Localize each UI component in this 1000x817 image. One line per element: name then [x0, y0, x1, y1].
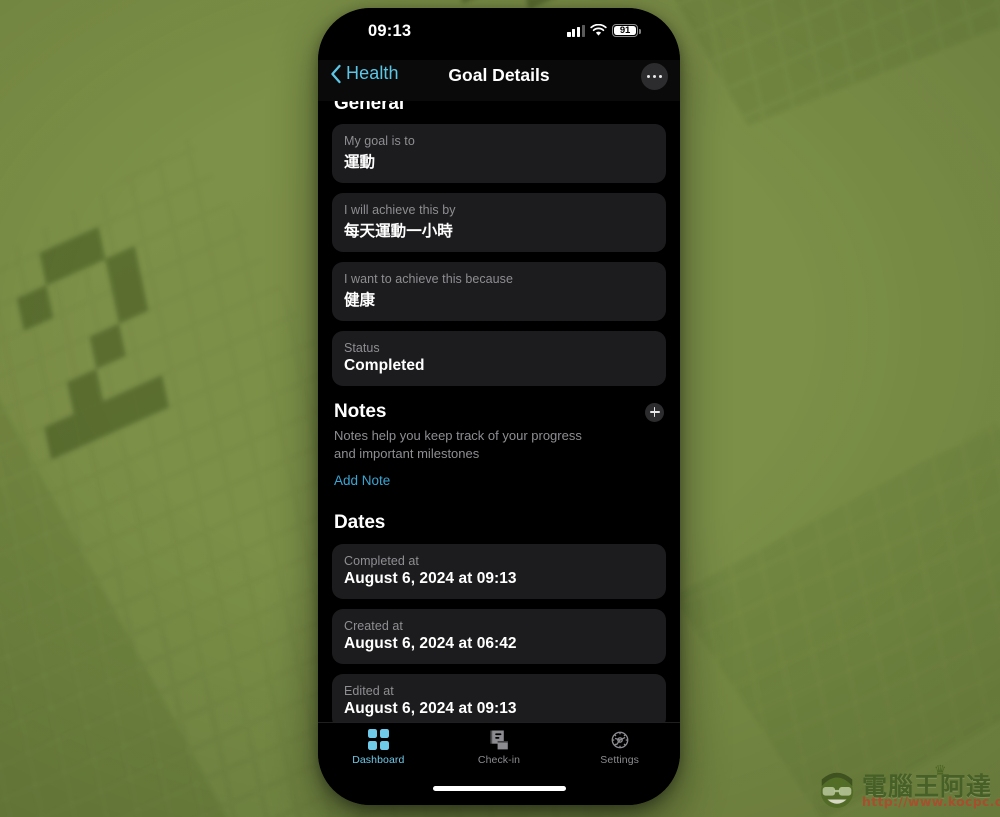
scroll-content[interactable]: General My goal is to 運動 I will achieve …	[318, 101, 680, 722]
site-watermark: ♛ 電腦王阿達 http://www.kocpc.com.tw	[814, 762, 1000, 811]
home-indicator-zone	[318, 778, 680, 805]
tab-label: Settings	[600, 754, 640, 766]
back-button[interactable]: Health	[330, 63, 399, 84]
phone-screen: 09:13 91 Health Goal Details General My …	[318, 8, 680, 805]
ellipsis-icon[interactable]	[641, 63, 668, 90]
mascot-face-icon	[820, 772, 854, 809]
date-label: Created at	[344, 618, 403, 633]
field-value: 運動	[344, 153, 376, 171]
field-label: I want to achieve this because	[344, 272, 513, 286]
field-card-achieve-by[interactable]: I will achieve this by 每天運動一小時	[332, 193, 666, 252]
tab-checkin[interactable]: Check-in	[439, 728, 560, 766]
field-value: 健康	[344, 291, 376, 309]
cellular-signal-icon	[567, 24, 585, 37]
field-label: Status	[344, 341, 380, 355]
date-value: August 6, 2024 at 09:13	[344, 699, 517, 717]
field-label: My goal is to	[344, 134, 415, 148]
phone-device-frame: 09:13 91 Health Goal Details General My …	[318, 8, 680, 805]
wifi-icon	[590, 24, 607, 36]
battery-percent: 91	[619, 25, 631, 36]
dates-section: Dates Completed at August 6, 2024 at 09:…	[332, 512, 666, 722]
document-checkin-icon	[489, 728, 510, 751]
dynamic-island	[441, 23, 557, 56]
date-card-edited: Edited at August 6, 2024 at 09:13	[332, 673, 666, 722]
home-indicator[interactable]	[432, 786, 566, 791]
date-value: August 6, 2024 at 06:42	[344, 634, 517, 652]
page-title: Goal Details	[448, 65, 550, 85]
plus-circle-icon[interactable]	[645, 402, 664, 422]
watermark-url: http://www.kocpc.com.tw	[862, 794, 1000, 809]
add-note-link[interactable]: Add Note	[332, 473, 390, 488]
status-bar-time: 09:13	[368, 22, 412, 40]
notes-section: Notes Notes help you keep track of your …	[332, 401, 666, 490]
status-bar: 09:13 91	[318, 8, 680, 60]
date-label: Edited at	[344, 683, 394, 698]
tab-dashboard[interactable]: Dashboard	[318, 728, 439, 766]
section-title-dates: Dates	[334, 511, 386, 533]
bottom-tab-bar: Dashboard Check-in Settings	[318, 722, 680, 778]
field-value: 每天運動一小時	[344, 222, 453, 240]
field-card-status[interactable]: Status Completed	[332, 331, 666, 386]
tab-label: Check-in	[477, 754, 521, 766]
status-bar-indicators: 91	[567, 24, 641, 37]
battery-icon: 91	[612, 24, 641, 37]
tab-settings[interactable]: Settings	[559, 728, 680, 766]
field-card-reason[interactable]: I want to achieve this because 健康	[332, 262, 666, 321]
status-badge: Completed	[344, 357, 425, 374]
chevron-left-icon	[331, 64, 341, 83]
back-button-label: Health	[346, 63, 399, 83]
notes-description: Notes help you keep track of your progre…	[334, 428, 582, 462]
field-card-goal[interactable]: My goal is to 運動	[332, 124, 666, 183]
tab-label: Dashboard	[352, 754, 405, 766]
grid-dashboard-icon	[368, 728, 389, 751]
date-card-completed: Completed at August 6, 2024 at 09:13	[332, 543, 666, 599]
date-card-created: Created at August 6, 2024 at 06:42	[332, 608, 666, 664]
section-title-general: General	[334, 101, 405, 114]
gear-icon	[609, 728, 631, 751]
field-label: I will achieve this by	[344, 203, 456, 217]
date-label: Completed at	[344, 553, 419, 568]
section-title-notes: Notes	[334, 401, 387, 422]
notes-header: Notes	[332, 401, 666, 423]
navigation-bar: Health Goal Details	[318, 60, 680, 101]
date-value: August 6, 2024 at 09:13	[344, 569, 517, 587]
